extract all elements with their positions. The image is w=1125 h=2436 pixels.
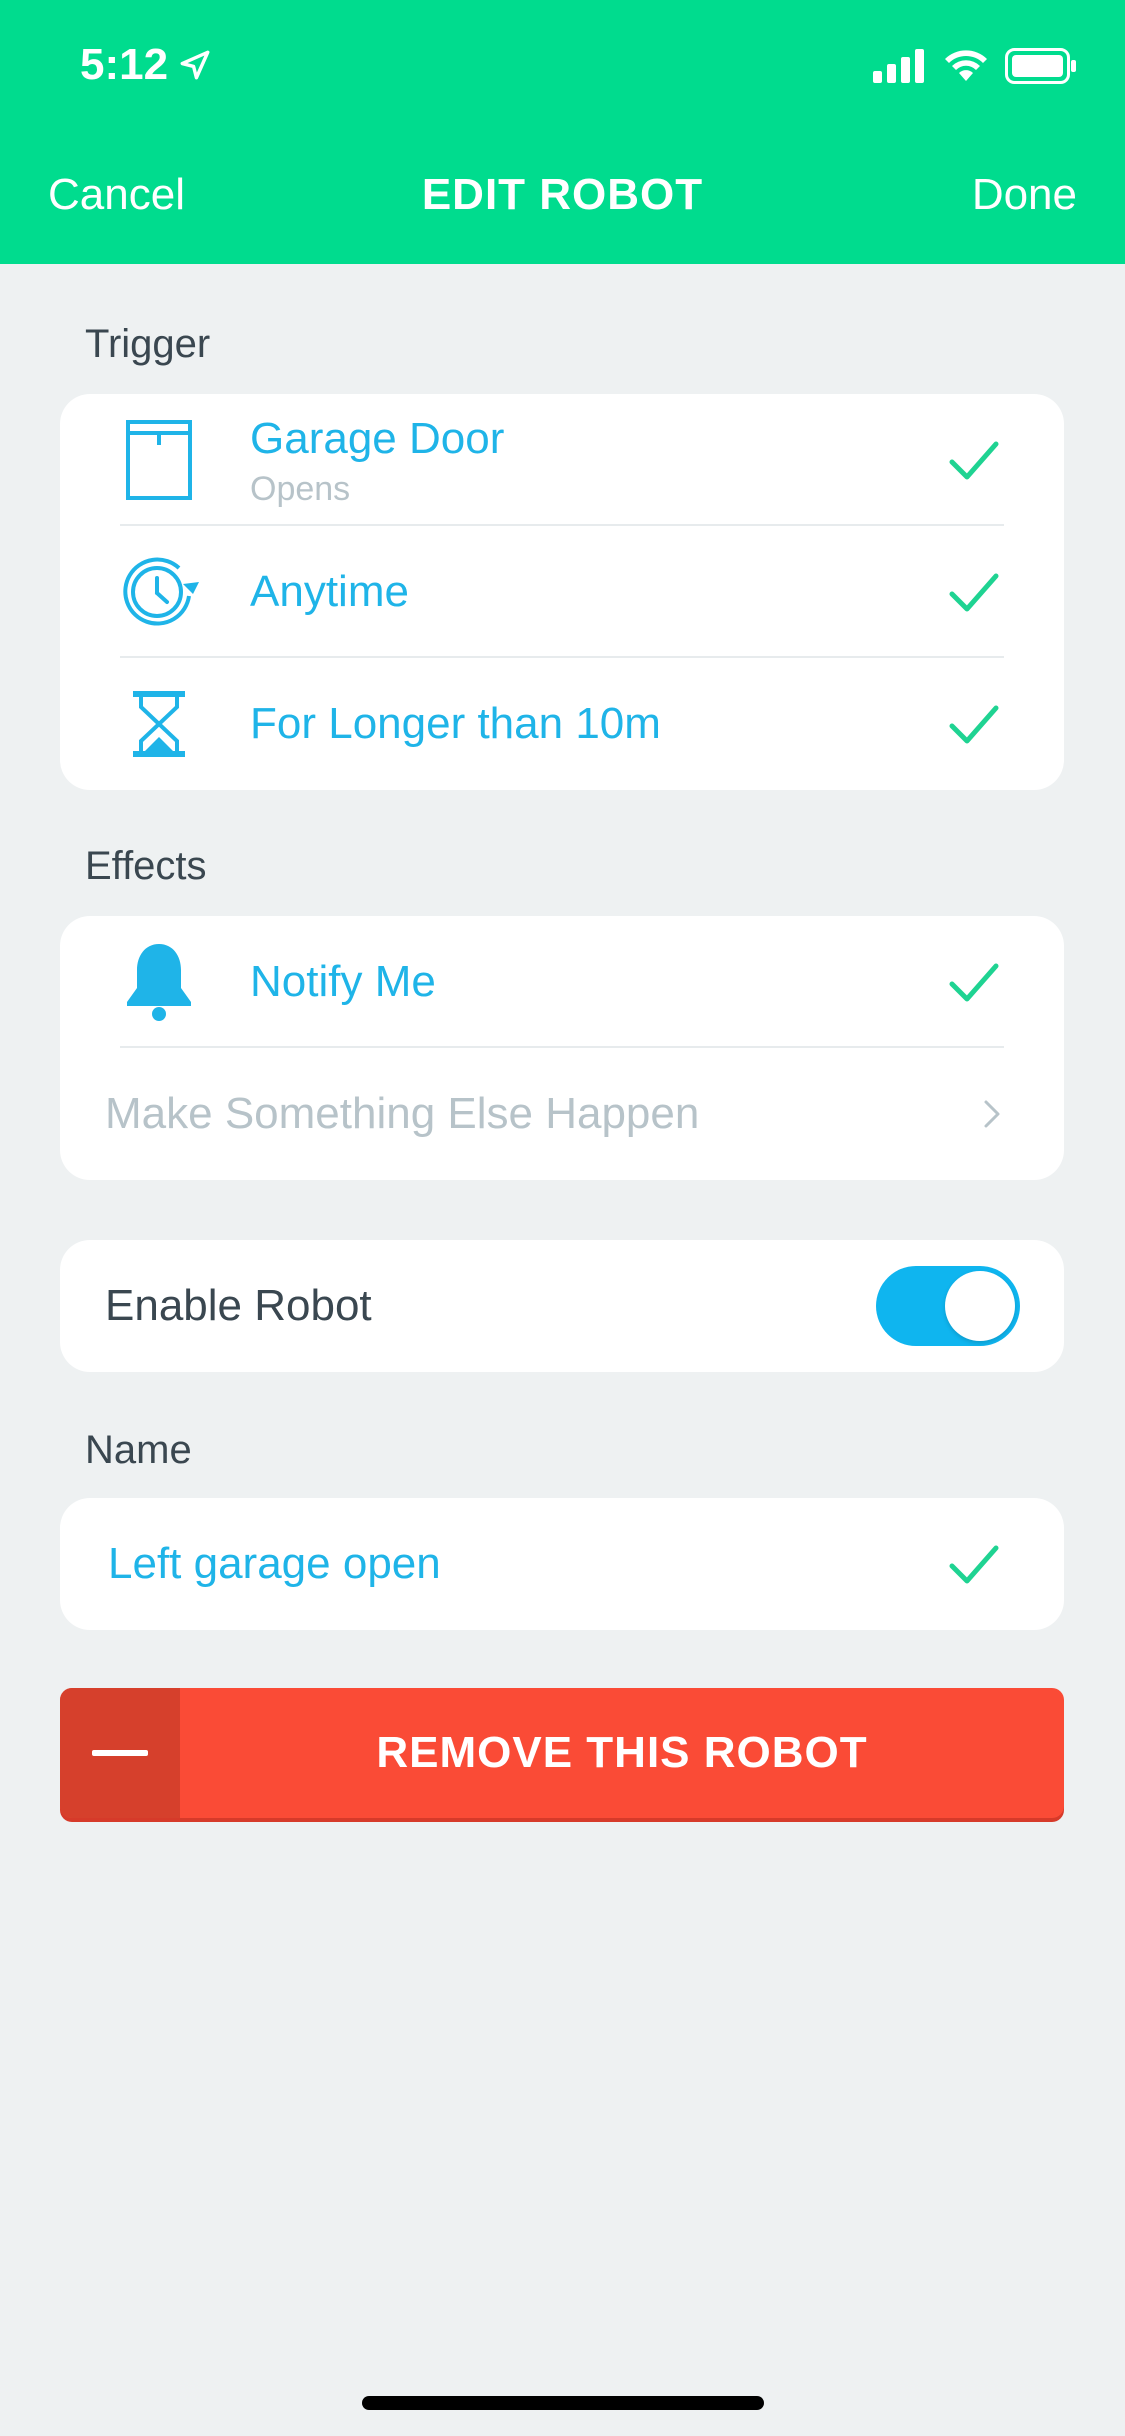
effect-row-notify[interactable]: Notify Me xyxy=(60,916,1064,1048)
enable-card: Enable Robot xyxy=(60,1240,1064,1372)
minus-icon xyxy=(92,1750,148,1756)
signal-icon xyxy=(873,49,924,83)
enable-row: Enable Robot xyxy=(60,1240,1064,1372)
status-time: 5:12 xyxy=(80,40,212,90)
remove-icon-block xyxy=(60,1688,180,1818)
trigger-label: Anytime xyxy=(250,567,409,616)
header-bar: 5:12 Cancel EDIT ROBOT Done xyxy=(0,0,1125,264)
wifi-icon xyxy=(945,50,987,81)
battery-icon xyxy=(1005,48,1076,84)
remove-robot-label: REMOVE THIS ROBOT xyxy=(376,1728,868,1777)
trigger-label: Garage Door xyxy=(250,414,505,463)
name-field[interactable]: Left garage open xyxy=(108,1539,441,1589)
home-indicator[interactable] xyxy=(362,2396,764,2410)
trigger-sublabel: Opens xyxy=(250,470,351,508)
toggle-knob xyxy=(945,1271,1015,1341)
garage-door-icon xyxy=(114,415,204,505)
add-effect-label: Make Something Else Happen xyxy=(105,1089,700,1138)
enable-label: Enable Robot xyxy=(105,1281,372,1330)
status-time-text: 5:12 xyxy=(80,40,169,89)
chevron-right-icon xyxy=(984,1100,1000,1128)
status-icons xyxy=(873,48,1077,84)
bell-icon xyxy=(114,937,204,1027)
checkmark-icon xyxy=(949,441,999,480)
trigger-row-anytime[interactable]: Anytime xyxy=(60,526,1064,658)
trigger-section-label: Trigger xyxy=(85,322,211,366)
checkmark-icon xyxy=(949,705,999,744)
nav-bar: Cancel EDIT ROBOT Done xyxy=(0,170,1125,230)
effect-label: Notify Me xyxy=(250,957,436,1006)
page-title: EDIT ROBOT xyxy=(421,170,704,219)
trigger-row-garage-door[interactable]: Garage Door Opens xyxy=(60,394,1064,526)
effects-section-label: Effects xyxy=(85,844,207,888)
trigger-row-duration[interactable]: For Longer than 10m xyxy=(60,658,1064,790)
name-section-label: Name xyxy=(85,1428,192,1472)
name-card: Left garage open xyxy=(60,1498,1064,1630)
trigger-card: Garage Door Opens Anytime For Longer tha… xyxy=(60,394,1064,790)
effects-card: Notify Me Make Something Else Happen xyxy=(60,916,1064,1180)
checkmark-icon xyxy=(949,963,999,1002)
checkmark-icon xyxy=(949,573,999,612)
trigger-label: For Longer than 10m xyxy=(250,699,661,748)
done-button[interactable]: Done xyxy=(972,170,1077,220)
checkmark-icon xyxy=(949,1545,999,1584)
location-arrow-icon xyxy=(180,50,210,80)
add-effect-row[interactable]: Make Something Else Happen xyxy=(60,1048,1064,1180)
hourglass-icon xyxy=(114,679,204,769)
name-row[interactable]: Left garage open xyxy=(60,1498,1064,1630)
clock-icon xyxy=(114,547,204,637)
remove-robot-button[interactable]: REMOVE THIS ROBOT xyxy=(60,1688,1064,1818)
enable-toggle[interactable] xyxy=(876,1266,1020,1346)
